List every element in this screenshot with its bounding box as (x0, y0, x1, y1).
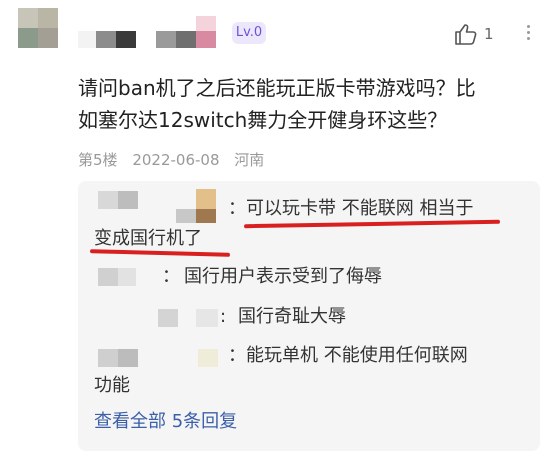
level-badge: Lv.0 (232, 22, 266, 44)
comment-text: 请问ban机了之后还能玩正版卡带游戏吗？比 如塞尔达12switch舞力全开健身… (78, 76, 476, 132)
like-button[interactable]: 1 (454, 22, 496, 46)
view-all-replies-link[interactable]: 查看全部 5条回复 (94, 407, 237, 433)
avatar[interactable] (18, 8, 58, 48)
thumb-up-icon (455, 24, 477, 45)
replies-panel: ： 可以玩卡带 不能联网 相当于 变成国行机了 ： 国行用户表示受到了侮辱 : … (78, 181, 540, 451)
reply-text: 国行奇耻大辱 (238, 306, 346, 327)
reply-text: 可以玩卡带 不能联网 相当于 (246, 198, 474, 219)
location-label: 河南 (234, 151, 265, 169)
dot-icon (526, 25, 530, 28)
more-options-button[interactable] (524, 22, 532, 46)
floor-label: 第5楼 (78, 151, 118, 169)
red-underline (89, 249, 231, 257)
date-label: 2022-06-08 (132, 151, 220, 169)
like-count: 1 (484, 25, 494, 43)
reply-text: 国行用户表示受到了侮辱 (184, 266, 382, 287)
reply-text: 能玩单机 不能使用任何联网 (246, 345, 468, 366)
comment-meta: 第5楼 2022-06-08 河南 (78, 149, 274, 170)
